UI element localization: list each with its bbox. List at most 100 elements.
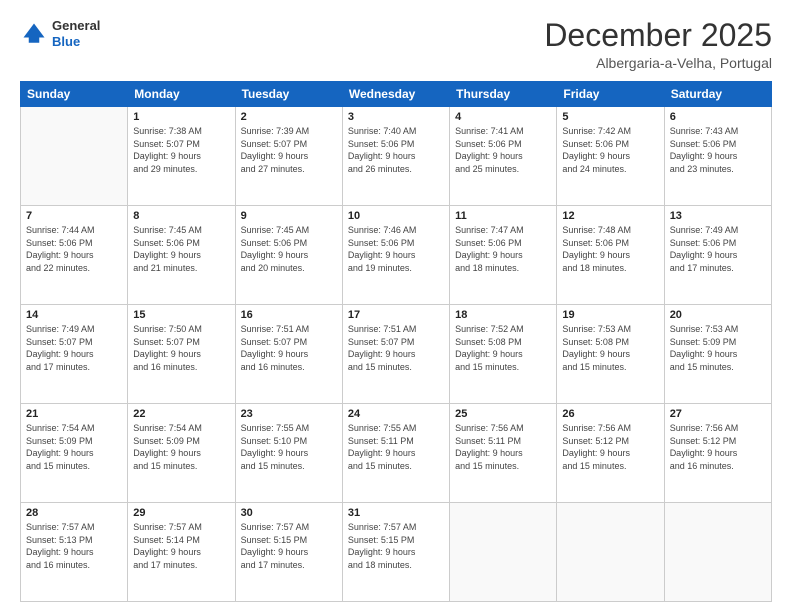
table-row: 7 Sunrise: 7:44 AM Sunset: 5:06 PM Daylig… — [21, 206, 128, 305]
col-monday: Monday — [128, 82, 235, 107]
day-number: 16 — [241, 309, 337, 321]
table-row: 31 Sunrise: 7:57 AM Sunset: 5:15 PM Dayli… — [342, 503, 449, 602]
table-row: 5Sunrise: 7:42 AM Sunset: 5:06 PM Daylig… — [557, 107, 664, 206]
col-sunday: Sunday — [21, 82, 128, 107]
calendar-week-row: 7 Sunrise: 7:44 AM Sunset: 5:06 PM Daylig… — [21, 206, 772, 305]
day-info: Sunrise: 7:40 AM Sunset: 5:06 PM Dayligh… — [348, 125, 444, 175]
table-row: 26 Sunrise: 7:56 AM Sunset: 5:12 PM Dayli… — [557, 404, 664, 503]
month-title: December 2025 — [544, 18, 772, 53]
day-number: 27 — [670, 408, 766, 420]
day-number: 10 — [348, 210, 444, 222]
day-info: Sunrise: 7:41 AM Sunset: 5:06 PM Dayligh… — [455, 125, 551, 175]
table-row: 20 Sunrise: 7:53 AM Sunset: 5:09 PM Dayli… — [664, 305, 771, 404]
day-number: 20 — [670, 309, 766, 321]
title-block: December 2025 Albergaria-a-Velha, Portug… — [544, 18, 772, 71]
day-number: 31 — [348, 507, 444, 519]
header: General Blue December 2025 Albergaria-a-… — [20, 18, 772, 71]
day-info: Sunrise: 7:50 AM Sunset: 5:07 PM Dayligh… — [133, 323, 229, 373]
day-info: Sunrise: 7:51 AM Sunset: 5:07 PM Dayligh… — [241, 323, 337, 373]
day-number: 7 — [26, 210, 122, 222]
calendar-week-row: 28Sunrise: 7:57 AM Sunset: 5:13 PM Dayli… — [21, 503, 772, 602]
day-info: Sunrise: 7:43 AM Sunset: 5:06 PM Dayligh… — [670, 125, 766, 175]
day-number: 11 — [455, 210, 551, 222]
day-number: 19 — [562, 309, 658, 321]
day-info: Sunrise: 7:49 AM Sunset: 5:06 PM Dayligh… — [670, 224, 766, 274]
day-number: 18 — [455, 309, 551, 321]
calendar-week-row: 14 Sunrise: 7:49 AM Sunset: 5:07 PM Dayli… — [21, 305, 772, 404]
day-info: Sunrise: 7:46 AM Sunset: 5:06 PM Dayligh… — [348, 224, 444, 274]
day-number: 5 — [562, 111, 658, 123]
day-number: 8 — [133, 210, 229, 222]
table-row: 17Sunrise: 7:51 AM Sunset: 5:07 PM Dayli… — [342, 305, 449, 404]
day-info: Sunrise: 7:45 AM Sunset: 5:06 PM Dayligh… — [133, 224, 229, 274]
table-row: 8 Sunrise: 7:45 AM Sunset: 5:06 PM Daylig… — [128, 206, 235, 305]
day-number: 30 — [241, 507, 337, 519]
logo-icon — [20, 20, 48, 48]
table-row: 28Sunrise: 7:57 AM Sunset: 5:13 PM Dayli… — [21, 503, 128, 602]
day-info: Sunrise: 7:56 AM Sunset: 5:11 PM Dayligh… — [455, 422, 551, 472]
table-row: 24Sunrise: 7:55 AM Sunset: 5:11 PM Dayli… — [342, 404, 449, 503]
table-row: 25Sunrise: 7:56 AM Sunset: 5:11 PM Dayli… — [450, 404, 557, 503]
table-row: 10 Sunrise: 7:46 AM Sunset: 5:06 PM Dayli… — [342, 206, 449, 305]
table-row — [664, 503, 771, 602]
table-row: 21 Sunrise: 7:54 AM Sunset: 5:09 PM Dayli… — [21, 404, 128, 503]
day-info: Sunrise: 7:53 AM Sunset: 5:08 PM Dayligh… — [562, 323, 658, 373]
location: Albergaria-a-Velha, Portugal — [544, 55, 772, 71]
table-row: 13 Sunrise: 7:49 AM Sunset: 5:06 PM Dayli… — [664, 206, 771, 305]
day-info: Sunrise: 7:48 AM Sunset: 5:06 PM Dayligh… — [562, 224, 658, 274]
day-number: 21 — [26, 408, 122, 420]
day-info: Sunrise: 7:53 AM Sunset: 5:09 PM Dayligh… — [670, 323, 766, 373]
day-number: 13 — [670, 210, 766, 222]
day-info: Sunrise: 7:38 AM Sunset: 5:07 PM Dayligh… — [133, 125, 229, 175]
day-number: 12 — [562, 210, 658, 222]
table-row: 4 Sunrise: 7:41 AM Sunset: 5:06 PM Daylig… — [450, 107, 557, 206]
day-number: 1 — [133, 111, 229, 123]
table-row: 18Sunrise: 7:52 AM Sunset: 5:08 PM Dayli… — [450, 305, 557, 404]
calendar-week-row: 21 Sunrise: 7:54 AM Sunset: 5:09 PM Dayli… — [21, 404, 772, 503]
day-info: Sunrise: 7:44 AM Sunset: 5:06 PM Dayligh… — [26, 224, 122, 274]
table-row — [450, 503, 557, 602]
day-number: 14 — [26, 309, 122, 321]
logo: General Blue — [20, 18, 100, 49]
day-number: 6 — [670, 111, 766, 123]
day-info: Sunrise: 7:49 AM Sunset: 5:07 PM Dayligh… — [26, 323, 122, 373]
table-row: 3 Sunrise: 7:40 AM Sunset: 5:06 PM Daylig… — [342, 107, 449, 206]
day-info: Sunrise: 7:39 AM Sunset: 5:07 PM Dayligh… — [241, 125, 337, 175]
day-info: Sunrise: 7:57 AM Sunset: 5:15 PM Dayligh… — [348, 521, 444, 571]
day-number: 4 — [455, 111, 551, 123]
day-number: 26 — [562, 408, 658, 420]
table-row: 1 Sunrise: 7:38 AM Sunset: 5:07 PM Daylig… — [128, 107, 235, 206]
calendar-table: Sunday Monday Tuesday Wednesday Thursday… — [20, 81, 772, 602]
day-number: 2 — [241, 111, 337, 123]
day-info: Sunrise: 7:47 AM Sunset: 5:06 PM Dayligh… — [455, 224, 551, 274]
day-number: 29 — [133, 507, 229, 519]
table-row: 30 Sunrise: 7:57 AM Sunset: 5:15 PM Dayli… — [235, 503, 342, 602]
col-wednesday: Wednesday — [342, 82, 449, 107]
day-info: Sunrise: 7:56 AM Sunset: 5:12 PM Dayligh… — [562, 422, 658, 472]
day-info: Sunrise: 7:56 AM Sunset: 5:12 PM Dayligh… — [670, 422, 766, 472]
table-row: 22Sunrise: 7:54 AM Sunset: 5:09 PM Dayli… — [128, 404, 235, 503]
table-row: 14 Sunrise: 7:49 AM Sunset: 5:07 PM Dayli… — [21, 305, 128, 404]
day-number: 22 — [133, 408, 229, 420]
day-info: Sunrise: 7:45 AM Sunset: 5:06 PM Dayligh… — [241, 224, 337, 274]
day-number: 9 — [241, 210, 337, 222]
table-row: 19 Sunrise: 7:53 AM Sunset: 5:08 PM Dayli… — [557, 305, 664, 404]
table-row: 15 Sunrise: 7:50 AM Sunset: 5:07 PM Dayli… — [128, 305, 235, 404]
day-info: Sunrise: 7:57 AM Sunset: 5:14 PM Dayligh… — [133, 521, 229, 571]
logo-text: General Blue — [52, 18, 100, 49]
day-number: 3 — [348, 111, 444, 123]
calendar-week-row: 1 Sunrise: 7:38 AM Sunset: 5:07 PM Daylig… — [21, 107, 772, 206]
day-info: Sunrise: 7:54 AM Sunset: 5:09 PM Dayligh… — [26, 422, 122, 472]
table-row: 6 Sunrise: 7:43 AM Sunset: 5:06 PM Daylig… — [664, 107, 771, 206]
day-number: 15 — [133, 309, 229, 321]
day-info: Sunrise: 7:55 AM Sunset: 5:11 PM Dayligh… — [348, 422, 444, 472]
day-info: Sunrise: 7:57 AM Sunset: 5:15 PM Dayligh… — [241, 521, 337, 571]
table-row: 16 Sunrise: 7:51 AM Sunset: 5:07 PM Dayli… — [235, 305, 342, 404]
col-thursday: Thursday — [450, 82, 557, 107]
table-row: 2 Sunrise: 7:39 AM Sunset: 5:07 PM Daylig… — [235, 107, 342, 206]
table-row: 11 Sunrise: 7:47 AM Sunset: 5:06 PM Dayli… — [450, 206, 557, 305]
calendar-header-row: Sunday Monday Tuesday Wednesday Thursday… — [21, 82, 772, 107]
day-number: 17 — [348, 309, 444, 321]
table-row: 23Sunrise: 7:55 AM Sunset: 5:10 PM Dayli… — [235, 404, 342, 503]
table-row: 12 Sunrise: 7:48 AM Sunset: 5:06 PM Dayli… — [557, 206, 664, 305]
